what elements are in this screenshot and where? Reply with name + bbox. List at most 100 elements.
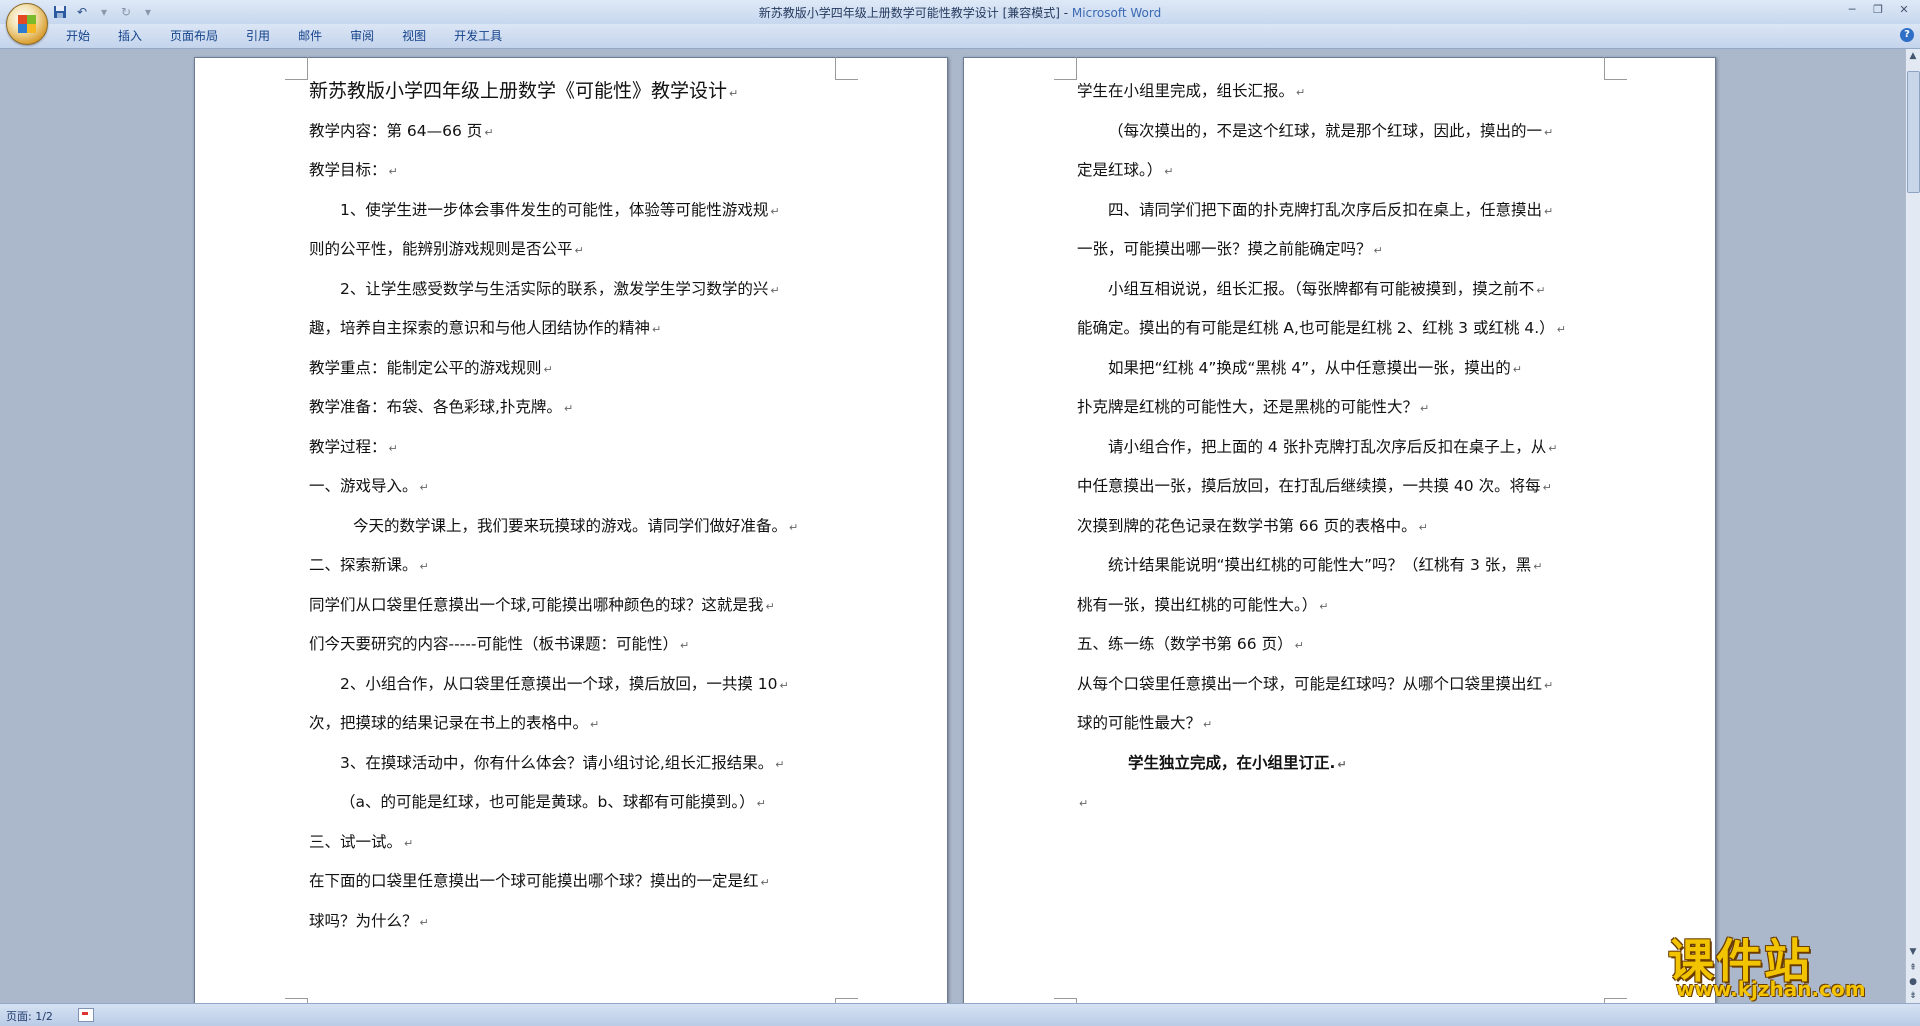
tab-developer[interactable]: 开发工具 [440, 24, 516, 48]
paragraph-text: 能确定。摸出的有可能是红桃 A,也可能是红桃 2、红桃 3 或红桃 4.） [1077, 319, 1555, 337]
paragraph-line[interactable]: 2、小组合作，从口袋里任意摸出一个球，摸后放回，一共摸 10 ↵ [309, 665, 854, 705]
status-page-number[interactable]: 页面: 1/2 [6, 1008, 53, 1024]
paragraph-line[interactable]: 今天的数学课上，我们要来玩摸球的游戏。请同学们做好准备。 ↵ [309, 507, 854, 547]
paragraph-mark-icon: ↵ [419, 560, 429, 573]
paragraph-line[interactable]: （a、的可能是红球，也可能是黄球。b、球都有可能摸到。） ↵ [309, 783, 854, 823]
next-page-icon[interactable]: ⇟ [1907, 989, 1919, 1003]
document-page-2[interactable]: 学生在小组里完成，组长汇报。 ↵ （每次摸出的，不是这个红球，就是那个红球，因此，摸… [963, 57, 1716, 1003]
restore-icon[interactable]: ❐ [1868, 2, 1888, 18]
paragraph-line[interactable]: 五、练一练（数学书第 66 页） ↵ [1077, 625, 1622, 665]
scroll-down-icon[interactable]: ▼ [1907, 945, 1919, 959]
paragraph-line[interactable]: 次，把摸球的结果记录在书上的表格中。 ↵ [309, 704, 854, 744]
minimize-icon[interactable]: ─ [1842, 2, 1862, 18]
help-icon[interactable]: ? [1900, 28, 1914, 42]
paragraph-mark-icon: ↵ [543, 362, 553, 376]
paragraph-line[interactable]: 1、使学生进一步体会事件发生的可能性，体验等可能性游戏规 ↵ [309, 191, 854, 231]
scroll-up-icon[interactable]: ▲ [1907, 49, 1919, 63]
paragraph-text: 请小组合作，把上面的 4 张扑克牌打乱次序后反扣在桌子上，从 [1108, 437, 1547, 456]
paragraph-text: 教学准备：布袋、各色彩球,扑克牌。 [309, 398, 562, 416]
proofing-icon[interactable] [78, 1008, 94, 1022]
paragraph-text: 小组互相说说，组长汇报。（每张牌都有可能被摸到，摸之前不 [1108, 279, 1535, 298]
paragraph-text: 如果把“红桃 4”换成“黑桃 4”，从中任意摸出一张，摸出的 [1108, 358, 1511, 377]
paragraph-line[interactable]: 中任意摸出一张，摸后放回，在打乱后继续摸，一共摸 40 次。将每 ↵ [1077, 467, 1622, 507]
paragraph-line[interactable]: 教学重点：能制定公平的游戏规则 ↵ [309, 349, 854, 389]
paragraph-text: 趣，培养自主探索的意识和与他人团结协作的精神 [309, 319, 651, 337]
paragraph-line[interactable]: 球的可能性最大？ ↵ [1077, 704, 1622, 744]
document-area[interactable]: 新苏教版小学四年级上册数学《可能性》教学设计 ↵ 教学内容：第 64—66 页 ↵ 教学… [0, 49, 1906, 1003]
paragraph-line[interactable]: 统计结果能说明“摸出红桃的可能性大”吗？（红桃有 3 张，黑 ↵ [1077, 546, 1622, 586]
paragraph-line[interactable]: 请小组合作，把上面的 4 张扑克牌打乱次序后反扣在桌子上，从 ↵ [1077, 428, 1622, 468]
paragraph-mark-icon: ↵ [765, 599, 775, 613]
paragraph-mark-icon: ↵ [388, 165, 398, 178]
paragraph-mark-icon: ↵ [1373, 244, 1383, 257]
paragraph-line[interactable]: 一张，可能摸出哪一张？摸之前能确定吗？ ↵ [1077, 230, 1622, 270]
paragraph-line[interactable]: 新苏教版小学四年级上册数学《可能性》教学设计 ↵ [309, 72, 854, 112]
paragraph-text: 五、练一练（数学书第 66 页） [1077, 635, 1293, 653]
paragraph-mark-icon: ↵ [770, 283, 780, 297]
status-bar: 页面: 1/2 [0, 1003, 1920, 1026]
paragraph-line[interactable]: 们今天要研究的内容-----可能性（板书课题：可能性） ↵ [309, 625, 854, 665]
page-2-text[interactable]: 学生在小组里完成，组长汇报。 ↵ （每次摸出的，不是这个红球，就是那个红球，因此，摸… [1077, 72, 1622, 823]
paragraph-text: 教学内容：第 64—66 页 [309, 121, 483, 140]
paragraph-line[interactable]: 小组互相说说，组长汇报。（每张牌都有可能被摸到，摸之前不 ↵ [1077, 270, 1622, 310]
paragraph-text: 定是红球。） [1077, 161, 1163, 179]
paragraph-text: 1、使学生进一步体会事件发生的可能性，体验等可能性游戏规 [340, 200, 769, 219]
paragraph-text: 球的可能性最大？ [1077, 714, 1202, 732]
paragraph-line[interactable]: 从每个口袋里任意摸出一个球，可能是红球吗？从哪个口袋里摸出红 ↵ [1077, 665, 1622, 705]
paragraph-line[interactable]: 趣，培养自主探索的意识和与他人团结协作的精神 ↵ [309, 309, 854, 349]
paragraph-mark-icon: ↵ [404, 836, 414, 850]
paragraph-line[interactable]: 球吗？为什么？ ↵ [309, 902, 854, 942]
paragraph-line[interactable]: 学生在小组里完成，组长汇报。 ↵ [1077, 72, 1622, 112]
paragraph-text: 二、探索新课。 [309, 556, 418, 574]
paragraph-mark-icon: ↵ [1536, 283, 1546, 297]
document-page-1[interactable]: 新苏教版小学四年级上册数学《可能性》教学设计 ↵ 教学内容：第 64—66 页 ↵ 教学… [194, 57, 948, 1003]
paragraph-line[interactable]: 2、让学生感受数学与生活实际的联系，激发学生学习数学的兴 ↵ [309, 270, 854, 310]
tab-page-layout[interactable]: 页面布局 [156, 24, 232, 48]
paragraph-text: 扑克牌是红桃的可能性大，还是黑桃的可能性大？ [1077, 398, 1419, 416]
tab-insert[interactable]: 插入 [104, 24, 156, 48]
scrollbar-thumb[interactable] [1907, 71, 1920, 193]
paragraph-line[interactable]: 教学过程： ↵ [309, 428, 854, 468]
paragraph-mark-icon: ↵ [652, 323, 662, 336]
close-icon[interactable]: ✕ [1894, 2, 1914, 18]
paragraph-line[interactable]: ↵ [1077, 783, 1622, 823]
tab-mailings[interactable]: 邮件 [284, 24, 336, 48]
paragraph-line[interactable]: 扑克牌是红桃的可能性大，还是黑桃的可能性大？ ↵ [1077, 388, 1622, 428]
paragraph-line[interactable]: 一、游戏导入。 ↵ [309, 467, 854, 507]
page-1-text[interactable]: 新苏教版小学四年级上册数学《可能性》教学设计 ↵ 教学内容：第 64—66 页 ↵ 教学… [309, 72, 854, 941]
paragraph-text: 三、试一试。 [309, 832, 403, 851]
tab-references[interactable]: 引用 [232, 24, 284, 48]
ribbon-tabs: 开始 插入 页面布局 引用 邮件 审阅 视图 开发工具 [52, 24, 516, 48]
paragraph-line[interactable]: 二、探索新课。 ↵ [309, 546, 854, 586]
paragraph-line[interactable]: 教学内容：第 64—66 页 ↵ [309, 112, 854, 152]
paragraph-line[interactable]: 次摸到牌的花色记录在数学书第 66 页的表格中。 ↵ [1077, 507, 1622, 547]
paragraph-line[interactable]: 3、在摸球活动中，你有什么体会？请小组讨论,组长汇报结果。 ↵ [309, 744, 854, 784]
paragraph-line[interactable]: 桃有一张，摸出红桃的可能性大。） ↵ [1077, 586, 1622, 626]
office-button[interactable] [6, 3, 48, 45]
paragraph-text: 新苏教版小学四年级上册数学《可能性》教学设计 [309, 80, 728, 102]
paragraph-line[interactable]: 定是红球。） ↵ [1077, 151, 1622, 191]
vertical-scrollbar[interactable]: ▲ ▼ ⇞ ● ⇟ [1905, 49, 1920, 1003]
paragraph-line[interactable]: （每次摸出的，不是这个红球，就是那个红球，因此，摸出的一 ↵ [1077, 112, 1622, 152]
tab-review[interactable]: 审阅 [336, 24, 388, 48]
browse-object-icon[interactable]: ● [1907, 975, 1919, 989]
paragraph-line[interactable]: 四、请同学们把下面的扑克牌打乱次序后反扣在桌上，任意摸出 ↵ [1077, 191, 1622, 231]
office-logo-icon [18, 15, 36, 33]
paragraph-mark-icon: ↵ [1544, 125, 1554, 139]
previous-page-icon[interactable]: ⇞ [1907, 961, 1919, 975]
tab-view[interactable]: 视图 [388, 24, 440, 48]
paragraph-mark-icon: ↵ [388, 441, 398, 455]
paragraph-line[interactable]: 教学准备：布袋、各色彩球,扑克牌。 ↵ [309, 388, 854, 428]
paragraph-line[interactable]: 在下面的口袋里任意摸出一个球可能摸出哪个球？摸出的一定是红 ↵ [309, 862, 854, 902]
paragraph-mark-icon: ↵ [1542, 481, 1552, 494]
paragraph-line[interactable]: 同学们从口袋里任意摸出一个球,可能摸出哪种颜色的球？这就是我 ↵ [309, 586, 854, 626]
paragraph-line[interactable]: 如果把“红桃 4”换成“黑桃 4”，从中任意摸出一张，摸出的 ↵ [1077, 349, 1622, 389]
paragraph-line[interactable]: 三、试一试。 ↵ [309, 823, 854, 863]
paragraph-line[interactable]: 教学目标： ↵ [309, 151, 854, 191]
paragraph-text: 四、请同学们把下面的扑克牌打乱次序后反扣在桌上，任意摸出 [1108, 200, 1543, 219]
paragraph-line[interactable]: 能确定。摸出的有可能是红桃 A,也可能是红桃 2、红桃 3 或红桃 4.） ↵ [1077, 309, 1622, 349]
paragraph-line[interactable]: 学生独立完成，在小组里订正. ↵ [1077, 744, 1622, 784]
tab-home[interactable]: 开始 [52, 24, 104, 48]
paragraph-text: 今天的数学课上，我们要来玩摸球的游戏。请同学们做好准备。 [353, 516, 788, 535]
paragraph-line[interactable]: 则的公平性，能辨别游戏规则是否公平 ↵ [309, 230, 854, 270]
